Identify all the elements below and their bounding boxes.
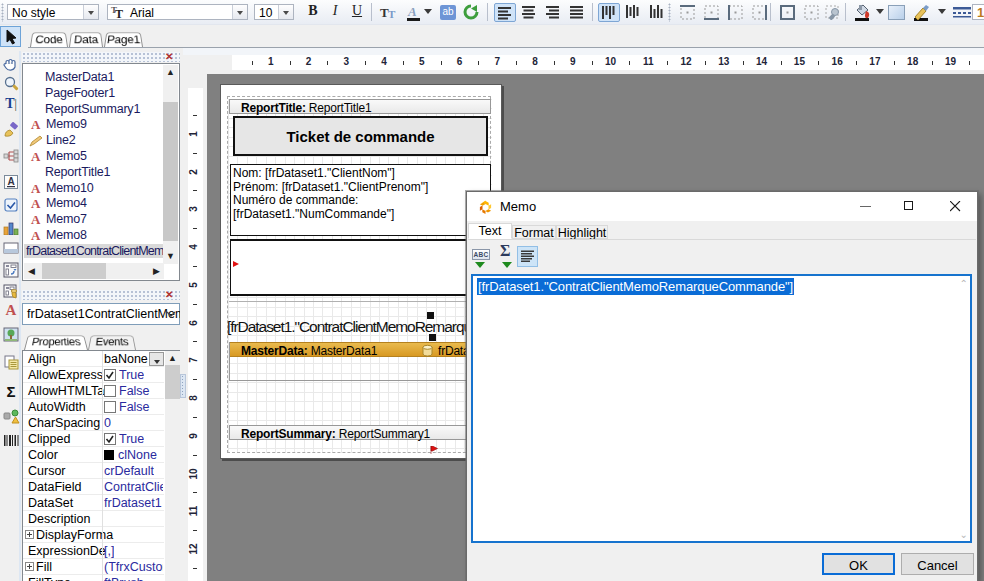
svg-text:A: A xyxy=(7,176,14,187)
